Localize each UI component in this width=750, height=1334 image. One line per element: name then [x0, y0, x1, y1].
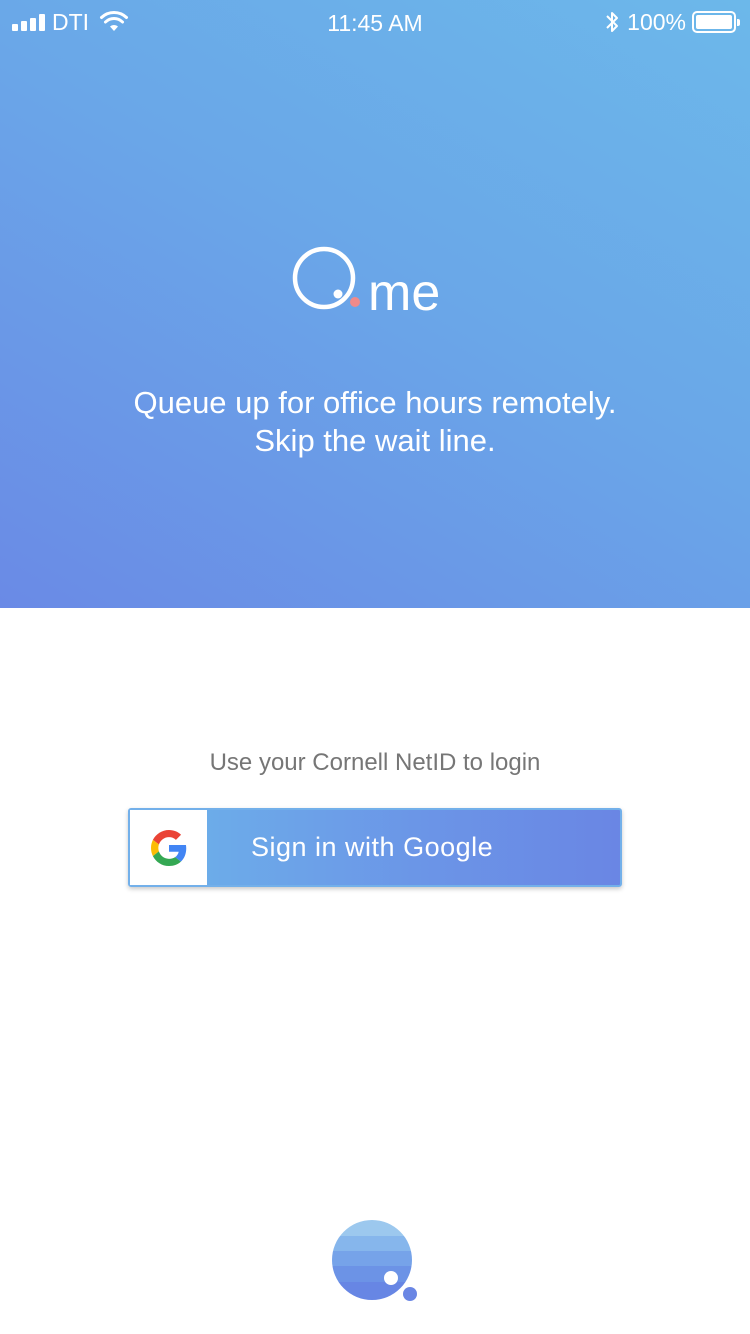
battery-icon [692, 11, 740, 33]
tagline-line-1: Queue up for office hours remotely. [133, 385, 617, 420]
status-bar: DTI 11:45 AM 100% [0, 0, 750, 44]
google-button-label: Sign in with Google [251, 832, 494, 862]
app-mark-icon [332, 1220, 417, 1301]
tagline: Queue up for office hours remotely. Skip… [0, 384, 750, 460]
logo-text: me [368, 264, 440, 316]
app-logo: me [292, 246, 440, 316]
login-hint: Use your Cornell NetID to login [209, 749, 541, 776]
tagline-line-2: Skip the wait line. [254, 423, 496, 458]
hero-banner: DTI 11:45 AM 100% me Queue up for office… [0, 0, 750, 608]
status-right: 100% [605, 9, 740, 35]
google-logo-box [130, 810, 207, 885]
sign-in-with-google-button[interactable]: Sign in with Google [128, 808, 622, 887]
battery-percent: 100% [627, 9, 686, 35]
google-logo-icon [150, 829, 186, 866]
bluetooth-icon [606, 12, 619, 32]
